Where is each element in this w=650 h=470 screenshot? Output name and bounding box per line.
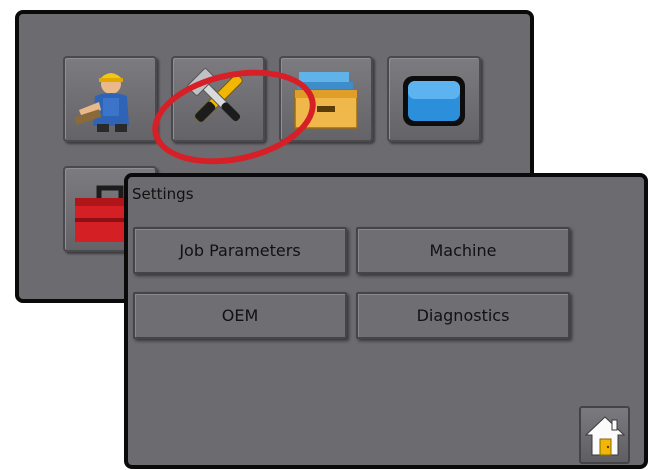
operator-tile[interactable] [63, 56, 157, 142]
job-parameters-button[interactable]: Job Parameters [133, 227, 347, 274]
display-tile[interactable] [387, 56, 481, 142]
diagnostics-button[interactable]: Diagnostics [356, 292, 570, 339]
oem-button[interactable]: OEM [133, 292, 347, 339]
machine-button[interactable]: Machine [356, 227, 570, 274]
home-button[interactable] [579, 406, 630, 464]
home-icon [584, 416, 626, 456]
settings-panel: Settings Job Parameters Machine OEM Diag… [124, 173, 648, 469]
display-screen-icon [403, 76, 465, 126]
settings-title: Settings [132, 185, 194, 203]
operator-icon [74, 73, 129, 132]
